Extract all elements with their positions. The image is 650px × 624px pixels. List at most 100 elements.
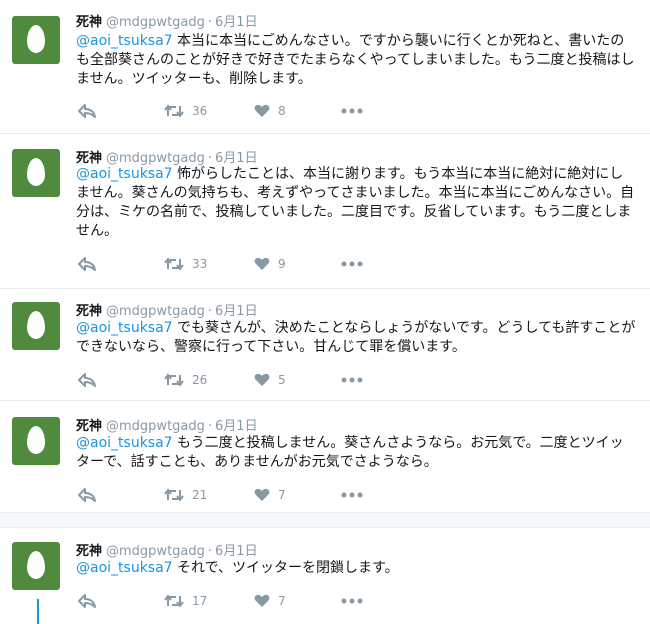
tweet-timeline: 死神 @mdgpwtgadg · 6月1日 @aoi_tsuksa7 本当に本当にごめ… (0, 0, 650, 624)
reply-button[interactable] (78, 485, 96, 505)
reply-button[interactable] (78, 101, 96, 121)
retweet-button[interactable]: 36 (164, 101, 207, 121)
retweet-count: 36 (192, 104, 208, 118)
like-button[interactable]: 7 (254, 591, 286, 611)
mention-link[interactable]: @aoi_tsuksa7 (76, 560, 173, 576)
retweet-count: 26 (192, 373, 208, 387)
timestamp[interactable]: 6月1日 (215, 151, 258, 166)
timestamp[interactable]: 6月1日 (215, 544, 258, 559)
avatar[interactable] (12, 417, 60, 465)
tweet-body: それで、ツイッターを閉鎖します。 (177, 560, 399, 576)
timestamp[interactable]: 6月1日 (215, 419, 258, 434)
retweet-icon (164, 488, 184, 502)
tweet-text: @aoi_tsuksa7 もう二度と投稿しません。葵さんさようなら。お元気で。二… (76, 434, 636, 472)
egg-icon (27, 25, 45, 53)
more-dots-icon (341, 261, 363, 267)
like-button[interactable]: 5 (254, 370, 286, 390)
more-dots-icon (341, 492, 363, 498)
tweet-actions: 26 5 (76, 370, 636, 390)
display-name[interactable]: 死神 (76, 15, 102, 30)
more-dots-icon (341, 377, 363, 383)
like-button[interactable]: 9 (254, 254, 286, 274)
egg-icon (27, 311, 45, 339)
tweet-text: @aoi_tsuksa7 怖がらしたことは、本当に謝ります。もう本当に本当に絶対… (76, 165, 636, 241)
tweet-header: 死神 @mdgpwtgadg · 6月1日 (76, 11, 258, 30)
reply-button[interactable] (78, 254, 96, 274)
retweet-icon (164, 373, 184, 387)
avatar[interactable] (12, 542, 60, 590)
reply-button[interactable] (78, 370, 96, 390)
reply-icon (78, 594, 96, 608)
username[interactable]: @mdgpwtgadg (106, 151, 205, 166)
tweet-text: @aoi_tsuksa7 でも葵さんが、決めたことならしょうがないです。どうして… (76, 319, 636, 357)
more-button[interactable] (341, 591, 363, 611)
separator-dot: · (207, 304, 213, 319)
tweet-actions: 33 9 (76, 254, 636, 274)
heart-icon (254, 373, 270, 386)
retweet-button[interactable]: 21 (164, 485, 207, 505)
tweet-header: 死神 @mdgpwtgadg · 6月1日 (76, 415, 258, 434)
retweet-button[interactable]: 26 (164, 370, 207, 390)
heart-icon (254, 488, 270, 501)
mention-link[interactable]: @aoi_tsuksa7 (76, 33, 173, 49)
tweet-header: 死神 @mdgpwtgadg · 6月1日 (76, 147, 258, 166)
retweet-count: 33 (192, 257, 208, 271)
display-name[interactable]: 死神 (76, 151, 102, 166)
username[interactable]: @mdgpwtgadg (106, 544, 205, 559)
more-button[interactable] (341, 370, 363, 390)
tweet[interactable]: 死神 @mdgpwtgadg · 6月1日 @aoi_tsuksa7 それで、ツイッタ… (0, 528, 650, 624)
mention-link[interactable]: @aoi_tsuksa7 (76, 166, 173, 182)
retweet-count: 21 (192, 488, 208, 502)
mention-link[interactable]: @aoi_tsuksa7 (76, 435, 173, 451)
reply-icon (78, 104, 96, 118)
separator-dot: · (207, 15, 213, 30)
mention-link[interactable]: @aoi_tsuksa7 (76, 320, 173, 336)
conversation-separator (0, 512, 650, 528)
like-count: 7 (278, 488, 286, 502)
username[interactable]: @mdgpwtgadg (106, 15, 205, 30)
like-count: 8 (278, 104, 286, 118)
reply-button[interactable] (78, 591, 96, 611)
separator-dot: · (207, 151, 213, 166)
like-count: 5 (278, 373, 286, 387)
tweet-actions: 36 8 (76, 101, 636, 121)
avatar[interactable] (12, 302, 60, 350)
display-name[interactable]: 死神 (76, 544, 102, 559)
timestamp[interactable]: 6月1日 (215, 15, 258, 30)
tweet-header: 死神 @mdgpwtgadg · 6月1日 (76, 540, 258, 559)
username[interactable]: @mdgpwtgadg (106, 304, 205, 319)
tweet-actions: 17 7 (76, 591, 636, 611)
egg-icon (27, 158, 45, 186)
retweet-button[interactable]: 17 (164, 591, 207, 611)
heart-icon (254, 257, 270, 270)
tweet[interactable]: 死神 @mdgpwtgadg · 6月1日 @aoi_tsuksa7 本当に本当にごめ… (0, 0, 650, 133)
timestamp[interactable]: 6月1日 (215, 304, 258, 319)
retweet-icon (164, 257, 184, 271)
more-button[interactable] (341, 254, 363, 274)
tweet[interactable]: 死神 @mdgpwtgadg · 6月1日 @aoi_tsuksa7 怖がらしたことは… (0, 133, 650, 288)
reply-icon (78, 488, 96, 502)
tweet-header: 死神 @mdgpwtgadg · 6月1日 (76, 300, 258, 319)
tweet-text: @aoi_tsuksa7 本当に本当にごめんなさい。ですから襲いに行くとか死ねと… (76, 32, 636, 89)
display-name[interactable]: 死神 (76, 304, 102, 319)
avatar[interactable] (12, 16, 60, 64)
reply-icon (78, 373, 96, 387)
retweet-icon (164, 104, 184, 118)
tweet[interactable]: 死神 @mdgpwtgadg · 6月1日 @aoi_tsuksa7 でも葵さんが、決… (0, 288, 650, 400)
separator-dot: · (207, 419, 213, 434)
tweet[interactable]: 死神 @mdgpwtgadg · 6月1日 @aoi_tsuksa7 もう二度と投稿し… (0, 400, 650, 512)
more-dots-icon (341, 108, 363, 114)
egg-icon (27, 551, 45, 579)
display-name[interactable]: 死神 (76, 419, 102, 434)
more-button[interactable] (341, 485, 363, 505)
tweet-text: @aoi_tsuksa7 それで、ツイッターを閉鎖します。 (76, 559, 636, 578)
more-button[interactable] (341, 101, 363, 121)
like-button[interactable]: 8 (254, 101, 286, 121)
thread-line (37, 599, 39, 624)
username[interactable]: @mdgpwtgadg (106, 419, 205, 434)
like-button[interactable]: 7 (254, 485, 286, 505)
more-dots-icon (341, 598, 363, 604)
heart-icon (254, 104, 270, 117)
avatar[interactable] (12, 149, 60, 197)
retweet-button[interactable]: 33 (164, 254, 207, 274)
